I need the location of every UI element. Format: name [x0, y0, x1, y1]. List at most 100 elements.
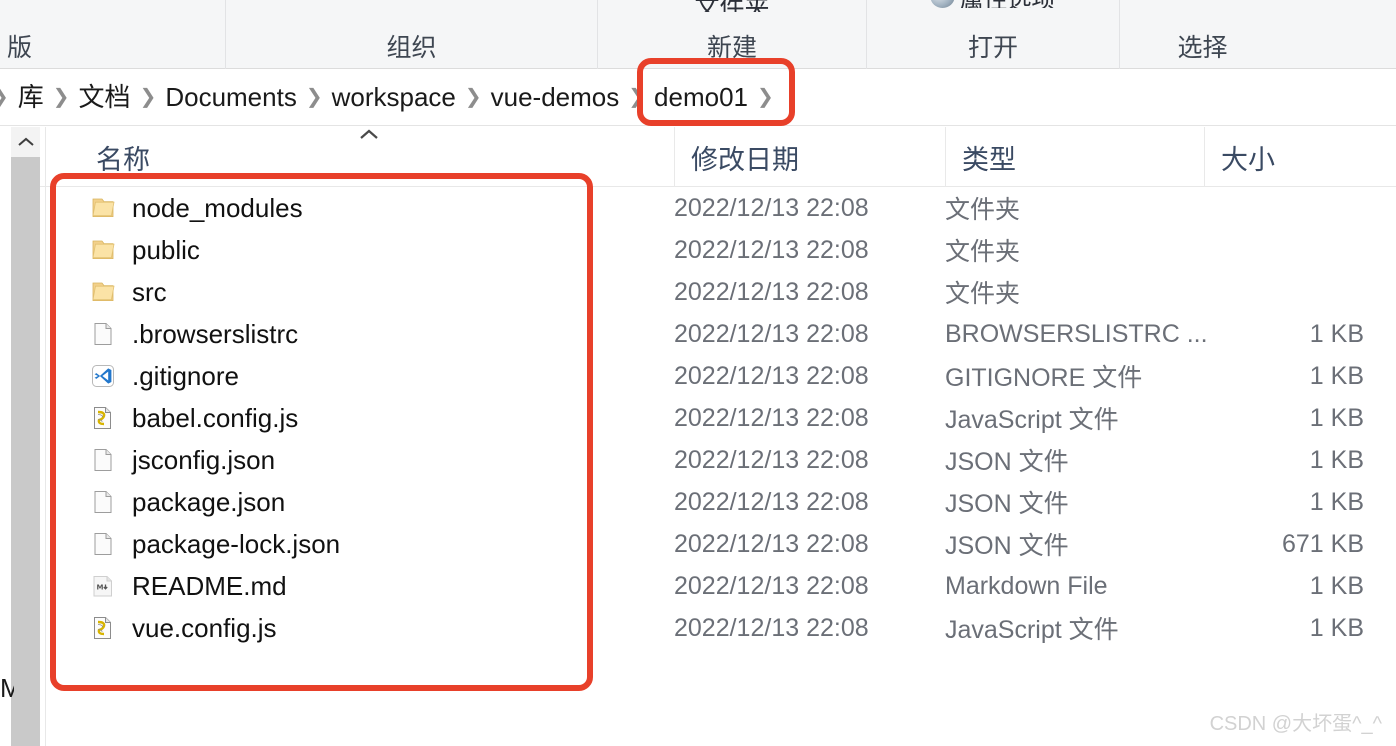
- file-date-cell: 2022/12/13 22:08: [674, 361, 869, 390]
- file-name-cell[interactable]: .browserslistrc: [90, 319, 298, 350]
- column-header-date-modified[interactable]: 修改日期: [674, 127, 945, 187]
- ribbon-group-2[interactable]: 组织: [225, 0, 597, 69]
- folder-icon: [90, 195, 116, 221]
- column-header-size[interactable]: 大小: [1204, 127, 1396, 187]
- address-bar[interactable]: ❯库❯文档❯Documents❯workspace❯vue-demos❯demo…: [0, 69, 1396, 126]
- folder-icon: [90, 279, 116, 305]
- breadcrumb-separator-icon[interactable]: ❯: [304, 82, 325, 112]
- file-row[interactable]: .browserslistrc 2022/12/13 22:08 BROWSERSL…: [0, 313, 1396, 355]
- scrollbar-up-button[interactable]: [11, 127, 40, 157]
- column-header-date-label: 修改日期: [691, 144, 799, 175]
- file-name-cell[interactable]: package-lock.json: [90, 529, 340, 560]
- file-name-label: node_modules: [132, 192, 303, 223]
- markdown-icon: M: [90, 573, 116, 599]
- svg-text:M: M: [97, 584, 104, 592]
- ribbon-group-1[interactable]: 版: [0, 0, 225, 69]
- file-row[interactable]: jsconfig.json 2022/12/13 22:08 JSON 文件 1 KB: [0, 439, 1396, 481]
- ribbon-group-top-item[interactable]: 属性选项: [930, 0, 1056, 8]
- file-date-cell: 2022/12/13 22:08: [674, 235, 869, 264]
- breadcrumb-separator-icon[interactable]: ❯: [463, 82, 484, 112]
- column-header-type[interactable]: 类型: [945, 127, 1204, 187]
- breadcrumb-separator-icon[interactable]: ❯: [138, 82, 159, 112]
- file-name-label: .gitignore: [132, 360, 239, 391]
- file-name-label: README.md: [132, 570, 287, 601]
- file-name-cell[interactable]: src: [90, 277, 167, 308]
- file-name-cell[interactable]: node_modules: [90, 193, 303, 224]
- file-type-cell: JSON 文件: [945, 490, 1069, 518]
- ribbon-group-3[interactable]: 文件夹新建: [597, 0, 866, 69]
- file-size-cell: 1 KB: [1309, 613, 1364, 642]
- blank-file-icon: [90, 531, 116, 557]
- ribbon-group-label: 选择: [1177, 34, 1228, 62]
- file-date-cell: 2022/12/13 22:08: [674, 193, 869, 222]
- file-type-cell: JSON 文件: [945, 532, 1069, 560]
- file-type-cell: 文件夹: [945, 196, 1021, 224]
- file-type-cell: JavaScript 文件: [945, 406, 1119, 434]
- file-row[interactable]: src 2022/12/13 22:08 文件夹: [0, 271, 1396, 313]
- ribbon-group-4[interactable]: 属性选项打开: [866, 0, 1119, 69]
- file-row[interactable]: public 2022/12/13 22:08 文件夹: [0, 229, 1396, 271]
- file-name-label: .browserslistrc: [132, 318, 299, 349]
- file-name-cell[interactable]: package.json: [90, 487, 285, 518]
- file-size-cell: 671 KB: [1281, 529, 1364, 558]
- file-type-cell: 文件夹: [945, 280, 1021, 308]
- file-name-cell[interactable]: public: [90, 235, 200, 266]
- breadcrumb-item--[interactable]: 文档: [72, 79, 138, 115]
- file-row[interactable]: node_modules 2022/12/13 22:08 文件夹: [0, 187, 1396, 229]
- breadcrumb[interactable]: ❯库❯文档❯Documents❯workspace❯vue-demos❯demo…: [0, 79, 776, 115]
- file-row[interactable]: package.json 2022/12/13 22:08 JSON 文件 1 KB: [0, 481, 1396, 523]
- file-type-cell: JSON 文件: [945, 448, 1069, 476]
- ribbon-group-label: 新建: [706, 34, 757, 62]
- folder-icon: [90, 237, 116, 263]
- file-name-cell[interactable]: babel.config.js: [90, 403, 298, 434]
- file-name-cell[interactable]: jsconfig.json: [90, 445, 275, 476]
- js-file-icon: [90, 615, 116, 641]
- breadcrumb-item-workspace[interactable]: workspace: [325, 79, 463, 115]
- file-size-cell: 1 KB: [1309, 403, 1364, 432]
- file-size-cell: 1 KB: [1309, 487, 1364, 516]
- ribbon-group-top-label: 文件夹: [694, 0, 769, 12]
- breadcrumb-item--[interactable]: 库: [11, 79, 51, 115]
- file-name-label: src: [132, 276, 167, 307]
- file-type-cell: JavaScript 文件: [945, 616, 1119, 644]
- breadcrumb-item-documents[interactable]: Documents: [158, 79, 304, 115]
- file-name-label: babel.config.js: [132, 402, 299, 433]
- ribbon-group-label: 组织: [386, 34, 437, 62]
- file-row[interactable]: package-lock.json 2022/12/13 22:08 JSON 文件…: [0, 523, 1396, 565]
- clipped-sidebar-text: Ma: [0, 673, 14, 703]
- file-name-label: package.json: [132, 486, 286, 517]
- file-size-cell: 1 KB: [1309, 571, 1364, 600]
- file-date-cell: 2022/12/13 22:08: [674, 319, 869, 348]
- breadcrumb-item-vue-demos[interactable]: vue-demos: [484, 79, 627, 115]
- file-row[interactable]: .gitignore 2022/12/13 22:08 GITIGNORE 文件 1 …: [0, 355, 1396, 397]
- file-name-label: public: [132, 234, 200, 265]
- file-name-cell[interactable]: vue.config.js: [90, 613, 277, 644]
- file-type-cell: Markdown File: [945, 571, 1108, 600]
- blank-file-icon: [90, 489, 116, 515]
- breadcrumb-separator-icon[interactable]: ❯: [626, 82, 647, 112]
- file-name-cell[interactable]: .gitignore: [90, 361, 239, 392]
- blank-file-icon: [90, 447, 116, 473]
- js-file-icon: [90, 405, 116, 431]
- ribbon-group-5[interactable]: 选择: [1119, 0, 1285, 69]
- file-row[interactable]: M README.md 2022/12/13 22:08 Markdown File 1…: [0, 565, 1396, 607]
- column-header-name-label: 名称: [96, 144, 150, 175]
- file-size-cell: 1 KB: [1309, 445, 1364, 474]
- breadcrumb-separator-icon[interactable]: ❯: [51, 82, 72, 112]
- file-type-cell: BROWSERSLISTRC ...: [945, 319, 1208, 348]
- file-date-cell: 2022/12/13 22:08: [674, 529, 869, 558]
- file-row[interactable]: vue.config.js 2022/12/13 22:08 JavaScript …: [0, 607, 1396, 649]
- ribbon-groups: 版组织文件夹新建属性选项打开选择: [0, 0, 1396, 69]
- file-row[interactable]: babel.config.js 2022/12/13 22:08 JavaScrip…: [0, 397, 1396, 439]
- ribbon-group-label: 打开: [967, 34, 1018, 62]
- file-type-cell: 文件夹: [945, 238, 1021, 266]
- ribbon-toolbar: 版组织文件夹新建属性选项打开选择: [0, 0, 1396, 69]
- file-date-cell: 2022/12/13 22:08: [674, 487, 869, 516]
- ribbon-group-label: 版: [6, 34, 32, 62]
- breadcrumb-item-demo01[interactable]: demo01: [647, 79, 755, 115]
- watermark: CSDN @大坏蛋^_^: [1209, 713, 1382, 735]
- file-name-cell[interactable]: M README.md: [90, 571, 287, 602]
- file-list[interactable]: node_modules 2022/12/13 22:08 文件夹 public 202…: [0, 187, 1396, 649]
- breadcrumb-separator-icon[interactable]: ❯: [755, 82, 776, 112]
- file-type-cell: GITIGNORE 文件: [945, 364, 1143, 392]
